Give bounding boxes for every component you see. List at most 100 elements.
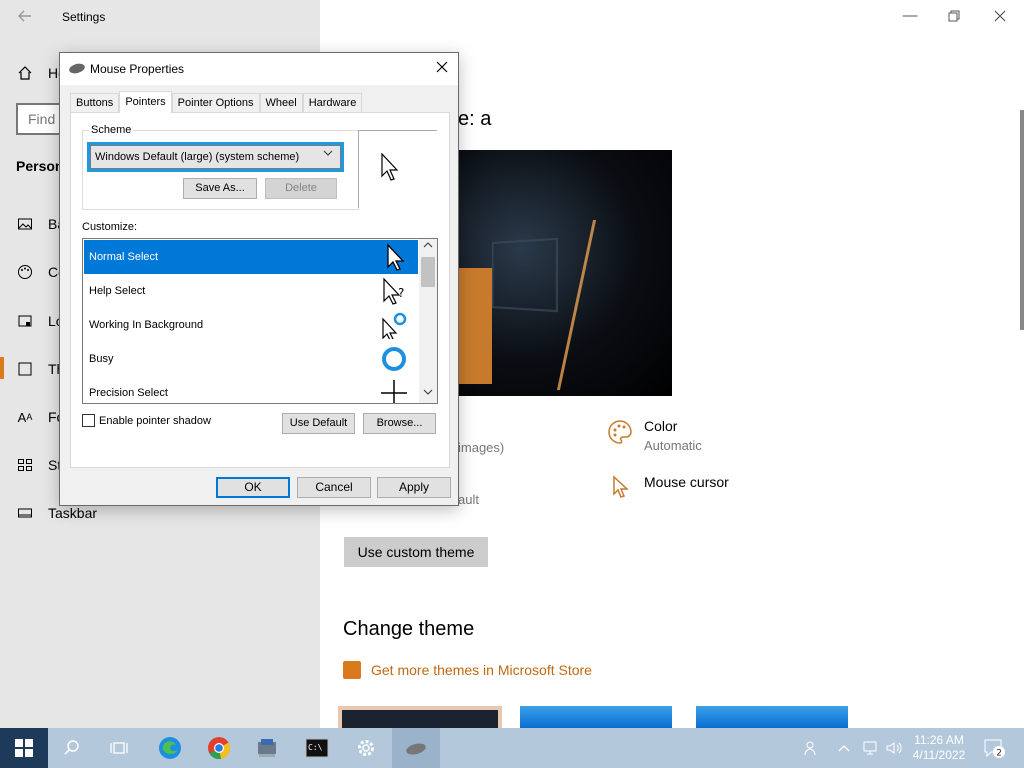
cursor-list-item[interactable]: Precision Select (84, 376, 418, 403)
network-icon[interactable] (860, 736, 880, 760)
system-clock[interactable]: 11:26 AM 4/11/2022 (904, 733, 974, 763)
chevron-up-icon[interactable] (836, 736, 852, 760)
search-icon[interactable] (60, 736, 84, 760)
svg-text:?: ? (398, 286, 404, 300)
taskbar: C:\ 11:26 AM 4/11/2022 2 (0, 728, 1024, 768)
minimize-button[interactable]: — (898, 6, 922, 26)
taskbar-active-app[interactable] (392, 728, 440, 768)
tab-wheel[interactable]: Wheel (259, 93, 303, 113)
edge-browser-icon[interactable] (158, 736, 182, 760)
tab-hardware[interactable]: Hardware (302, 93, 363, 113)
scheme-label: Scheme (89, 124, 134, 136)
scroll-up-icon[interactable] (423, 241, 433, 251)
settings-title: Settings (62, 10, 106, 24)
mouse-properties-dialog: Mouse Properties Buttons Pointers Pointe… (59, 52, 459, 506)
tab-pointers[interactable]: Pointers (119, 91, 172, 113)
clock-time: 11:26 AM (914, 733, 964, 747)
picture-icon (16, 215, 34, 233)
cancel-button[interactable]: Cancel (297, 477, 371, 498)
home-icon (16, 64, 34, 82)
use-default-button[interactable]: Use Default (282, 413, 355, 434)
close-icon[interactable] (430, 57, 454, 81)
delete-button[interactable]: Delete (265, 178, 337, 199)
tab-buttons[interactable]: Buttons (70, 93, 120, 113)
theme-thumbnail-windows-light[interactable] (520, 706, 672, 728)
mouse-icon (406, 743, 426, 755)
cursor-label: Normal Select (89, 251, 159, 263)
notification-icon[interactable]: 2 (982, 736, 1006, 760)
network-app-icon[interactable] (255, 736, 279, 760)
crosshair-cursor-icon (381, 380, 407, 403)
back-arrow-icon[interactable] (16, 7, 34, 25)
start-icon (16, 456, 34, 474)
microsoft-store-link[interactable]: Get more themes in Microsoft Store (343, 661, 592, 679)
arrow-cursor-icon (387, 243, 405, 271)
palette-icon (16, 263, 34, 281)
people-icon[interactable] (800, 736, 824, 760)
clock-date: 4/11/2022 (912, 748, 966, 762)
cursor-label: Help Select (89, 285, 146, 297)
pointers-tab-panel: Scheme Windows Default (large) (system s… (70, 112, 450, 468)
mouse-cursor-title: Mouse cursor (644, 474, 729, 490)
ok-button[interactable]: OK (216, 477, 290, 498)
lock-screen-icon (16, 312, 34, 330)
customize-label: Customize: (82, 221, 138, 233)
apply-button[interactable]: Apply (377, 477, 451, 498)
list-scrollbar[interactable] (419, 239, 437, 403)
task-view-icon[interactable] (107, 736, 131, 760)
chevron-down-icon[interactable] (323, 149, 333, 160)
checkbox-box[interactable] (82, 414, 95, 427)
gear-icon[interactable] (354, 736, 378, 760)
notification-count: 2 (996, 749, 1002, 759)
theme-thumbnail-windows[interactable] (338, 706, 502, 728)
page-scrollbar[interactable] (1020, 110, 1024, 330)
volume-icon[interactable] (884, 736, 904, 760)
scroll-thumb[interactable] (421, 257, 435, 287)
dialog-titlebar[interactable]: Mouse Properties (60, 53, 458, 85)
color-setting[interactable]: Color Automatic (606, 418, 702, 453)
restore-button[interactable] (942, 6, 966, 26)
cursor-list-item[interactable]: Help Select ? (84, 274, 418, 308)
cursor-label: Busy (89, 353, 114, 365)
tile-graphic (458, 268, 492, 384)
color-value: Automatic (644, 438, 702, 453)
font-icon: AA (17, 409, 33, 425)
scheme-dropdown[interactable]: Windows Default (large) (system scheme) (90, 145, 341, 169)
mouse-cursor-icon (606, 472, 634, 500)
sounds-value-partial: ault (458, 492, 479, 507)
palette-icon (606, 418, 634, 446)
pointer-preview (358, 130, 437, 208)
browse-button[interactable]: Browse... (363, 413, 436, 434)
store-icon (343, 661, 361, 679)
chrome-browser-icon[interactable] (207, 736, 231, 760)
mouse-cursor-setting[interactable]: Mouse cursor (606, 472, 729, 500)
windows-logo-icon (15, 739, 33, 757)
taskbar-icon (16, 504, 34, 522)
close-window-button[interactable] (988, 6, 1012, 26)
dialog-title: Mouse Properties (90, 62, 185, 76)
themes-icon (16, 360, 34, 378)
arrow-cursor-icon (381, 153, 399, 181)
use-custom-theme-button[interactable]: Use custom theme (344, 537, 488, 567)
save-as-button[interactable]: Save As... (183, 178, 257, 199)
current-theme-heading: e: a (458, 108, 492, 130)
dialog-tabs: Buttons Pointers Pointer Options Wheel H… (70, 91, 363, 113)
svg-text:C:\: C:\ (308, 743, 323, 752)
start-button[interactable] (0, 728, 48, 768)
mouse-icon (68, 62, 86, 75)
section-title: Person (16, 158, 64, 174)
color-title: Color (644, 418, 678, 434)
tab-pointer-options[interactable]: Pointer Options (171, 93, 260, 113)
working-cursor-icon (382, 312, 407, 339)
scroll-down-icon[interactable] (423, 388, 433, 398)
cursor-list-item[interactable]: Busy (84, 342, 418, 376)
theme-preview-image (458, 150, 672, 396)
cursor-list-item[interactable]: Normal Select (84, 240, 418, 274)
cursor-list[interactable]: Normal Select Help Select ? Working In B… (82, 238, 438, 404)
terminal-icon[interactable]: C:\ (305, 736, 329, 760)
theme-thumbnail-windows-10[interactable] (696, 706, 848, 728)
cursor-label: Working In Background (89, 319, 204, 331)
cursor-label: Precision Select (89, 387, 168, 399)
cursor-list-item[interactable]: Working In Background (84, 308, 418, 342)
enable-pointer-shadow-checkbox[interactable]: Enable pointer shadow (82, 414, 211, 427)
